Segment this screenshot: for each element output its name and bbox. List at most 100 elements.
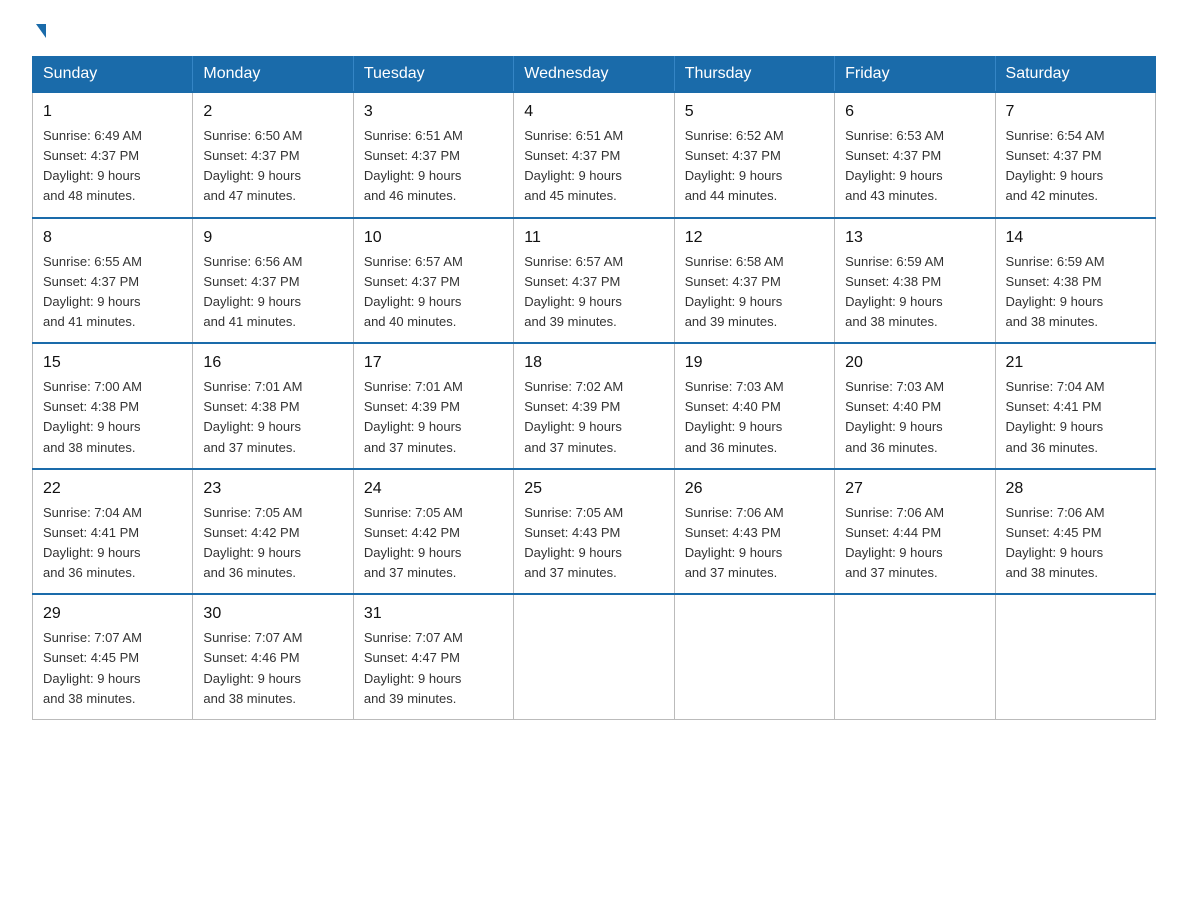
day-info: Sunrise: 6:50 AMSunset: 4:37 PMDaylight:…	[203, 126, 342, 207]
calendar-cell: 19Sunrise: 7:03 AMSunset: 4:40 PMDayligh…	[674, 343, 834, 469]
day-number: 26	[685, 477, 824, 501]
day-info: Sunrise: 7:06 AMSunset: 4:43 PMDaylight:…	[685, 503, 824, 584]
week-row-1: 1Sunrise: 6:49 AMSunset: 4:37 PMDaylight…	[33, 92, 1156, 218]
day-number: 24	[364, 477, 503, 501]
day-info: Sunrise: 7:02 AMSunset: 4:39 PMDaylight:…	[524, 377, 663, 458]
day-info: Sunrise: 7:04 AMSunset: 4:41 PMDaylight:…	[43, 503, 182, 584]
day-info: Sunrise: 7:01 AMSunset: 4:39 PMDaylight:…	[364, 377, 503, 458]
day-info: Sunrise: 7:01 AMSunset: 4:38 PMDaylight:…	[203, 377, 342, 458]
calendar-cell	[674, 594, 834, 719]
day-info: Sunrise: 6:49 AMSunset: 4:37 PMDaylight:…	[43, 126, 182, 207]
day-number: 29	[43, 602, 182, 626]
day-number: 19	[685, 351, 824, 375]
day-info: Sunrise: 7:07 AMSunset: 4:45 PMDaylight:…	[43, 628, 182, 709]
day-info: Sunrise: 7:06 AMSunset: 4:45 PMDaylight:…	[1006, 503, 1145, 584]
day-number: 14	[1006, 226, 1145, 250]
day-number: 7	[1006, 100, 1145, 124]
day-number: 23	[203, 477, 342, 501]
day-number: 17	[364, 351, 503, 375]
calendar-cell: 13Sunrise: 6:59 AMSunset: 4:38 PMDayligh…	[835, 218, 995, 344]
day-number: 25	[524, 477, 663, 501]
day-number: 6	[845, 100, 984, 124]
day-info: Sunrise: 6:51 AMSunset: 4:37 PMDaylight:…	[524, 126, 663, 207]
day-number: 13	[845, 226, 984, 250]
calendar-cell: 6Sunrise: 6:53 AMSunset: 4:37 PMDaylight…	[835, 92, 995, 218]
day-number: 30	[203, 602, 342, 626]
day-number: 5	[685, 100, 824, 124]
calendar-cell: 15Sunrise: 7:00 AMSunset: 4:38 PMDayligh…	[33, 343, 193, 469]
calendar-cell: 9Sunrise: 6:56 AMSunset: 4:37 PMDaylight…	[193, 218, 353, 344]
calendar-header-row: SundayMondayTuesdayWednesdayThursdayFrid…	[33, 57, 1156, 93]
day-info: Sunrise: 6:56 AMSunset: 4:37 PMDaylight:…	[203, 252, 342, 333]
calendar-cell: 16Sunrise: 7:01 AMSunset: 4:38 PMDayligh…	[193, 343, 353, 469]
day-info: Sunrise: 7:07 AMSunset: 4:47 PMDaylight:…	[364, 628, 503, 709]
day-info: Sunrise: 7:05 AMSunset: 4:42 PMDaylight:…	[364, 503, 503, 584]
day-info: Sunrise: 7:07 AMSunset: 4:46 PMDaylight:…	[203, 628, 342, 709]
calendar-cell	[514, 594, 674, 719]
day-info: Sunrise: 6:54 AMSunset: 4:37 PMDaylight:…	[1006, 126, 1145, 207]
day-number: 9	[203, 226, 342, 250]
col-header-tuesday: Tuesday	[353, 57, 513, 93]
day-number: 8	[43, 226, 182, 250]
calendar-cell: 20Sunrise: 7:03 AMSunset: 4:40 PMDayligh…	[835, 343, 995, 469]
day-number: 31	[364, 602, 503, 626]
day-info: Sunrise: 7:03 AMSunset: 4:40 PMDaylight:…	[845, 377, 984, 458]
day-info: Sunrise: 6:52 AMSunset: 4:37 PMDaylight:…	[685, 126, 824, 207]
day-info: Sunrise: 7:05 AMSunset: 4:43 PMDaylight:…	[524, 503, 663, 584]
day-info: Sunrise: 7:05 AMSunset: 4:42 PMDaylight:…	[203, 503, 342, 584]
calendar-cell: 10Sunrise: 6:57 AMSunset: 4:37 PMDayligh…	[353, 218, 513, 344]
day-number: 10	[364, 226, 503, 250]
day-number: 22	[43, 477, 182, 501]
day-info: Sunrise: 6:57 AMSunset: 4:37 PMDaylight:…	[524, 252, 663, 333]
day-number: 18	[524, 351, 663, 375]
calendar-cell: 28Sunrise: 7:06 AMSunset: 4:45 PMDayligh…	[995, 469, 1155, 595]
calendar-cell: 27Sunrise: 7:06 AMSunset: 4:44 PMDayligh…	[835, 469, 995, 595]
col-header-wednesday: Wednesday	[514, 57, 674, 93]
day-number: 28	[1006, 477, 1145, 501]
day-info: Sunrise: 6:59 AMSunset: 4:38 PMDaylight:…	[845, 252, 984, 333]
day-info: Sunrise: 7:04 AMSunset: 4:41 PMDaylight:…	[1006, 377, 1145, 458]
calendar-cell: 18Sunrise: 7:02 AMSunset: 4:39 PMDayligh…	[514, 343, 674, 469]
col-header-monday: Monday	[193, 57, 353, 93]
calendar-table: SundayMondayTuesdayWednesdayThursdayFrid…	[32, 56, 1156, 720]
day-info: Sunrise: 6:57 AMSunset: 4:37 PMDaylight:…	[364, 252, 503, 333]
day-number: 3	[364, 100, 503, 124]
day-info: Sunrise: 6:53 AMSunset: 4:37 PMDaylight:…	[845, 126, 984, 207]
calendar-cell: 4Sunrise: 6:51 AMSunset: 4:37 PMDaylight…	[514, 92, 674, 218]
day-info: Sunrise: 7:00 AMSunset: 4:38 PMDaylight:…	[43, 377, 182, 458]
calendar-cell: 8Sunrise: 6:55 AMSunset: 4:37 PMDaylight…	[33, 218, 193, 344]
calendar-cell: 11Sunrise: 6:57 AMSunset: 4:37 PMDayligh…	[514, 218, 674, 344]
calendar-cell: 5Sunrise: 6:52 AMSunset: 4:37 PMDaylight…	[674, 92, 834, 218]
calendar-cell: 25Sunrise: 7:05 AMSunset: 4:43 PMDayligh…	[514, 469, 674, 595]
calendar-cell: 31Sunrise: 7:07 AMSunset: 4:47 PMDayligh…	[353, 594, 513, 719]
col-header-saturday: Saturday	[995, 57, 1155, 93]
col-header-thursday: Thursday	[674, 57, 834, 93]
day-info: Sunrise: 6:51 AMSunset: 4:37 PMDaylight:…	[364, 126, 503, 207]
day-number: 21	[1006, 351, 1145, 375]
day-number: 27	[845, 477, 984, 501]
day-number: 2	[203, 100, 342, 124]
calendar-cell: 22Sunrise: 7:04 AMSunset: 4:41 PMDayligh…	[33, 469, 193, 595]
calendar-cell: 26Sunrise: 7:06 AMSunset: 4:43 PMDayligh…	[674, 469, 834, 595]
week-row-2: 8Sunrise: 6:55 AMSunset: 4:37 PMDaylight…	[33, 218, 1156, 344]
day-number: 4	[524, 100, 663, 124]
page-header	[32, 24, 1156, 38]
week-row-3: 15Sunrise: 7:00 AMSunset: 4:38 PMDayligh…	[33, 343, 1156, 469]
day-info: Sunrise: 6:55 AMSunset: 4:37 PMDaylight:…	[43, 252, 182, 333]
logo	[32, 24, 46, 38]
day-number: 20	[845, 351, 984, 375]
logo-arrow-icon	[36, 24, 46, 38]
day-info: Sunrise: 7:06 AMSunset: 4:44 PMDaylight:…	[845, 503, 984, 584]
day-number: 12	[685, 226, 824, 250]
week-row-4: 22Sunrise: 7:04 AMSunset: 4:41 PMDayligh…	[33, 469, 1156, 595]
calendar-cell: 14Sunrise: 6:59 AMSunset: 4:38 PMDayligh…	[995, 218, 1155, 344]
week-row-5: 29Sunrise: 7:07 AMSunset: 4:45 PMDayligh…	[33, 594, 1156, 719]
calendar-cell: 2Sunrise: 6:50 AMSunset: 4:37 PMDaylight…	[193, 92, 353, 218]
day-number: 11	[524, 226, 663, 250]
col-header-sunday: Sunday	[33, 57, 193, 93]
calendar-cell: 29Sunrise: 7:07 AMSunset: 4:45 PMDayligh…	[33, 594, 193, 719]
day-number: 16	[203, 351, 342, 375]
calendar-cell	[995, 594, 1155, 719]
col-header-friday: Friday	[835, 57, 995, 93]
calendar-cell: 3Sunrise: 6:51 AMSunset: 4:37 PMDaylight…	[353, 92, 513, 218]
